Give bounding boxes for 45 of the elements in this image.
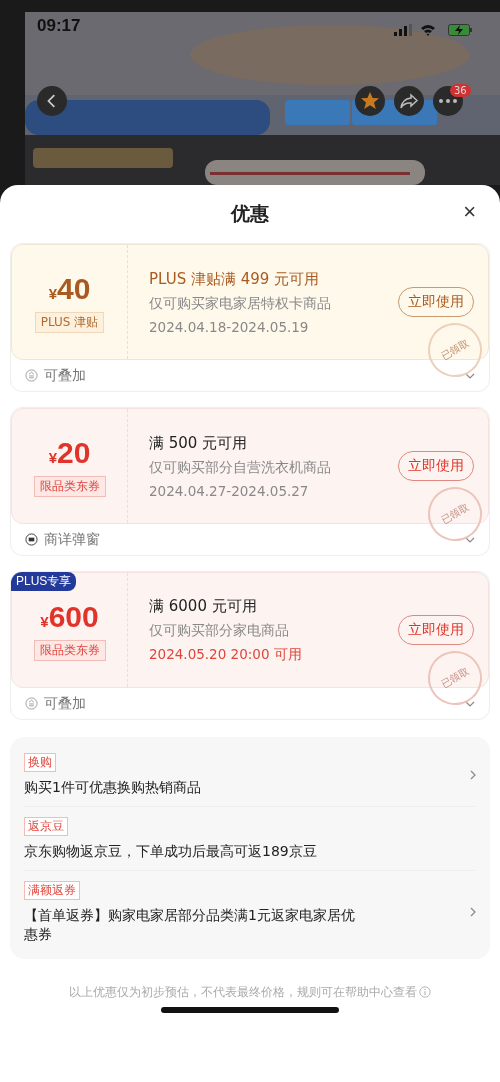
chevron-right-icon[interactable] <box>470 769 476 780</box>
coupon-description: 仅可购买部分自营洗衣机商品 <box>149 458 332 477</box>
stack-icon <box>25 369 38 382</box>
promotion-text: 京东购物返京豆，下单成功后最高可返189京豆 <box>24 842 317 861</box>
share-icon <box>399 91 419 111</box>
coupon-note: 可叠加 <box>44 366 87 385</box>
coupon-description: 仅可购买部分家电商品 <box>149 621 290 640</box>
info-icon[interactable] <box>419 986 431 999</box>
plus-badge: PLUS专享 <box>11 572 77 591</box>
chevron-right-icon[interactable] <box>470 907 476 918</box>
more-icon <box>438 98 458 104</box>
promotion-tag: 返京豆 <box>24 817 68 837</box>
coupon-type-tag: 限品类东券 <box>33 475 106 497</box>
coupon-title: PLUS 津贴满 499 元可用 <box>149 269 321 289</box>
signal-icon <box>394 24 412 36</box>
popup-icon <box>25 533 38 546</box>
expand-icon[interactable] <box>465 536 475 543</box>
promotion-tag: 换购 <box>24 753 56 772</box>
status-time: 09:17 <box>37 16 81 36</box>
coupon-type-tag: 限品类东券 <box>33 639 106 661</box>
coupon-title: 满 500 元可用 <box>149 433 249 453</box>
wifi-icon <box>420 24 436 36</box>
notification-badge: 36 <box>450 84 471 97</box>
star-icon <box>360 91 380 111</box>
coupon-amount: ¥40 <box>48 271 91 306</box>
coupon-note: 商详弹窗 <box>44 530 101 549</box>
battery-icon <box>448 24 472 36</box>
coupon-validity: 2024.04.27-2024.05.27 <box>149 482 310 499</box>
coupon-amount: ¥20 <box>48 435 91 470</box>
coupon-validity: 2024.04.18-2024.05.19 <box>149 318 310 335</box>
expand-icon[interactable] <box>465 700 475 707</box>
coupon-title: 满 6000 元可用 <box>149 596 258 616</box>
coupon-amount: ¥600 <box>40 599 99 634</box>
expand-icon[interactable] <box>465 372 475 379</box>
promotion-text: 【首单返券】购家电家居部分品类满1元返家电家居优惠券 <box>24 906 356 943</box>
disclaimer-text: 以上优惠仅为初步预估，不代表最终价格，规则可在帮助中心查看 <box>69 984 417 1000</box>
promotion-tag: 满额返券 <box>24 881 80 901</box>
coupon-type-tag: PLUS 津贴 <box>34 311 105 333</box>
close-button[interactable]: × <box>463 201 476 223</box>
promotion-text: 购买1件可优惠换购热销商品 <box>24 778 202 797</box>
sheet-title: 优惠 <box>231 201 269 226</box>
coupon-validity: 2024.05.20 20:00 可用 <box>149 645 303 664</box>
coupon-description: 仅可购买家电家居特权卡商品 <box>149 294 332 313</box>
coupon-note: 可叠加 <box>44 694 87 713</box>
stack-icon <box>25 697 38 710</box>
